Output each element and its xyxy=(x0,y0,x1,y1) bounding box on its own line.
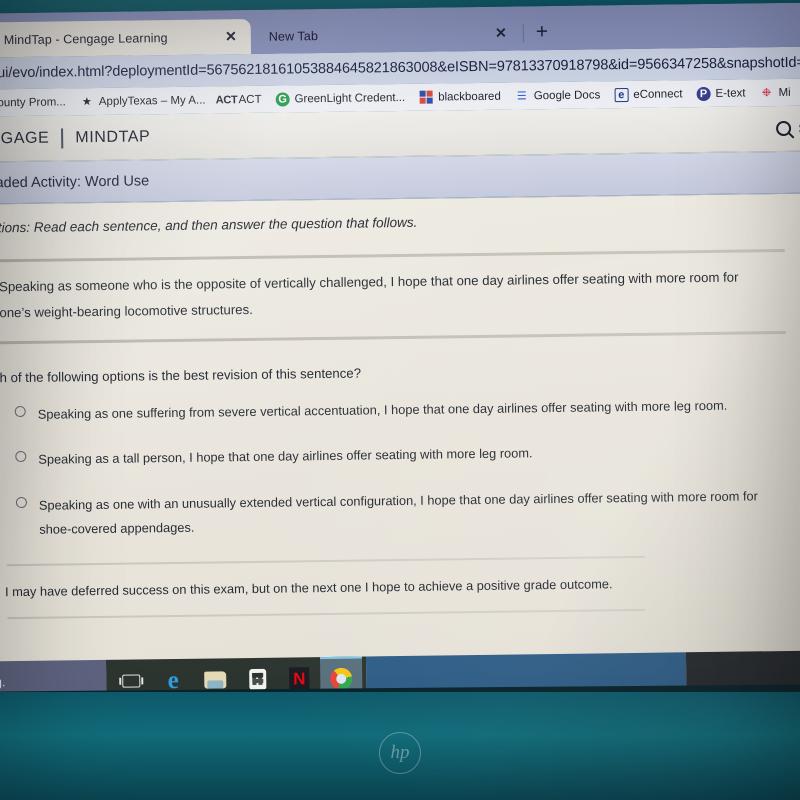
stimulus-block: Speaking as someone who is the opposite … xyxy=(0,248,800,345)
browser-tab-mindtap[interactable]: MindTap - Cengage Learning ✕ xyxy=(0,18,252,58)
answer-option[interactable]: Speaking as one suffering from severe ve… xyxy=(0,392,800,427)
bookmark-label: Mi xyxy=(778,86,791,99)
radio-button[interactable] xyxy=(15,497,27,509)
econnect-icon: e xyxy=(614,87,629,102)
answer-option-label: Speaking as a tall person, I hope that o… xyxy=(38,445,533,468)
greenlight-icon: G xyxy=(275,91,290,107)
answer-option[interactable]: Speaking as one with an unusually extend… xyxy=(0,484,800,543)
brand-divider xyxy=(61,127,64,148)
new-tab-button[interactable]: + xyxy=(536,20,549,44)
star-icon: ★ xyxy=(81,96,92,109)
bookmark-label: eConnect xyxy=(633,87,683,101)
mi-icon: ❉ xyxy=(761,87,772,100)
tab-title: MindTap - Cengage Learning xyxy=(3,30,168,47)
bookmark-label: E-text xyxy=(715,86,746,100)
bookmark-greenlight-credentials[interactable]: G GreenLight Credent... xyxy=(275,90,406,107)
brand-mindtap: MINDTAP xyxy=(75,127,151,146)
question-text: Which of the following options is the be… xyxy=(0,365,362,386)
bookmark-act[interactable]: ACT ACT xyxy=(215,92,262,107)
etext-icon: P xyxy=(696,86,711,101)
bookmark-google-docs[interactable]: ☰ Google Docs xyxy=(515,88,601,103)
laptop-bezel: hp xyxy=(0,692,800,800)
task-view-icon xyxy=(122,673,141,688)
browser-tab-new-tab[interactable]: New Tab ✕ xyxy=(251,15,521,54)
google-docs-icon: ☰ xyxy=(516,90,527,103)
laptop-photo: MindTap - Cengage Learning ✕ New Tab ✕ +… xyxy=(0,0,800,800)
tab-close-icon[interactable]: ✕ xyxy=(225,28,237,45)
bookmark-label: llas County Prom... xyxy=(0,95,66,109)
closing-block: I may have deferred success on this exam… xyxy=(0,553,800,619)
tab-close-icon[interactable]: ✕ xyxy=(495,25,507,42)
chrome-icon xyxy=(330,667,353,690)
bookmark-label: blackboared xyxy=(438,90,501,104)
blackboard-icon xyxy=(419,90,433,104)
search-icon[interactable] xyxy=(776,120,792,137)
answer-option-label: Speaking as one with an unusually extend… xyxy=(38,488,758,537)
header-search[interactable]: S xyxy=(776,120,800,137)
bookmark-label: GreenLight Credent... xyxy=(294,91,406,105)
tab-title: New Tab xyxy=(268,28,319,44)
brand-cengage: CENGAGE xyxy=(0,129,50,148)
answer-option-label: Speaking as one suffering from severe ve… xyxy=(37,397,728,422)
laptop-screen: MindTap - Cengage Learning ✕ New Tab ✕ +… xyxy=(0,2,800,704)
bookmark-econnect[interactable]: e eConnect xyxy=(614,87,683,102)
bookmark-label: ApplyTexas – My A... xyxy=(98,94,206,108)
radio-button[interactable] xyxy=(15,451,27,463)
bookmark-applytexas[interactable]: ★ ApplyTexas – My A... xyxy=(80,93,206,109)
url-text: c/nb/ui/evo/index.html?deploymentId=5675… xyxy=(0,53,800,82)
edge-icon: e xyxy=(167,666,179,694)
bookmark-label: ACT xyxy=(238,93,262,106)
bookmark-blackboard[interactable]: blackboared xyxy=(419,89,501,104)
bookmark-etext[interactable]: P E-text xyxy=(696,86,746,101)
answer-options: Speaking as one suffering from severe ve… xyxy=(0,392,800,542)
activity-content: Directions: Read each sentence, and then… xyxy=(0,193,800,704)
tab-separator xyxy=(522,24,524,43)
activity-title: o-graded Activity: Word Use xyxy=(0,172,150,192)
bookmark-label: Google Docs xyxy=(533,88,601,102)
cengage-logo[interactable]: CENGAGE MINDTAP xyxy=(0,127,151,149)
hp-logo: hp xyxy=(379,732,421,774)
file-explorer-icon xyxy=(204,670,227,689)
bookmark-mi[interactable]: ❉ Mi xyxy=(759,85,791,100)
stimulus-sentence: Speaking as someone who is the opposite … xyxy=(0,269,739,321)
taskbar-left-text: ning. xyxy=(0,675,6,690)
radio-button[interactable] xyxy=(14,405,26,417)
act-icon: ACT xyxy=(215,93,238,106)
answer-option[interactable]: Speaking as a tall person, I hope that o… xyxy=(0,438,800,473)
bookmark-dallas-county-promise[interactable]: llas County Prom... xyxy=(0,96,66,109)
netflix-icon: N xyxy=(289,667,310,690)
closing-sentence: I may have deferred success on this exam… xyxy=(4,575,613,599)
microsoft-store-icon xyxy=(248,668,266,690)
